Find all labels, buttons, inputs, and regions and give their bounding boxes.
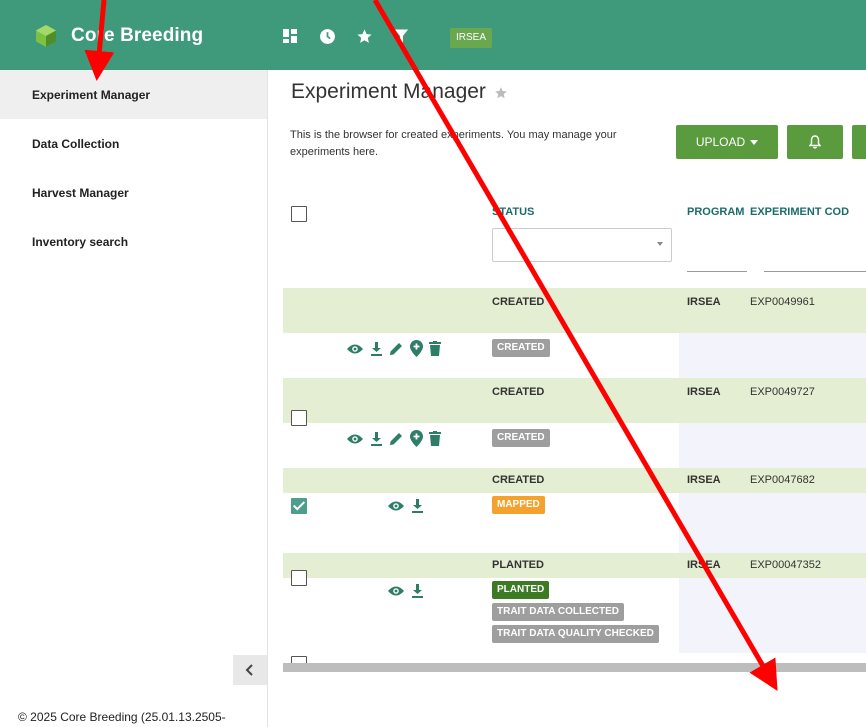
page-title-text: Experiment Manager xyxy=(291,80,486,103)
experiment-code-value: EXP0049961 xyxy=(750,296,815,308)
program-value: IRSEA xyxy=(687,559,721,571)
table-row[interactable]: CREATED IRSEA EXP0049727 xyxy=(283,378,866,423)
sidebar-item-label: Data Collection xyxy=(32,136,120,151)
program-badge[interactable]: IRSEA xyxy=(450,28,493,48)
sidebar-item-inventory-search[interactable]: Inventory search xyxy=(0,217,267,266)
upload-label: UPLOAD xyxy=(695,135,746,149)
experiment-code-value: EXP0047682 xyxy=(750,474,815,486)
sidebar-item-label: Experiment Manager xyxy=(32,87,151,102)
status-badge: MAPPED xyxy=(492,496,545,514)
sidebar-item-label: Harvest Manager xyxy=(32,185,129,200)
status-badge: PLANTED xyxy=(492,581,550,599)
star-icon[interactable] xyxy=(354,26,374,46)
sidebar: Experiment Manager Data Collection Harve… xyxy=(0,70,268,727)
chevron-left-icon xyxy=(245,664,253,676)
table-row[interactable]: CREATED IRSEA EXP0049961 xyxy=(283,288,866,333)
notifications-button[interactable] xyxy=(787,125,843,159)
view-icon[interactable] xyxy=(346,343,364,355)
experiment-code-value: EXP00047352 xyxy=(750,559,821,571)
edit-icon[interactable] xyxy=(389,341,404,356)
program-value: IRSEA xyxy=(687,386,721,398)
download-icon[interactable] xyxy=(411,584,424,598)
experiments-table: STATUS PROGRAM EXPERIMENT COD CREATED IR… xyxy=(283,198,866,670)
row-checkbox-checked[interactable] xyxy=(291,498,307,514)
brand[interactable]: Core Breeding xyxy=(34,24,203,48)
status-value: CREATED xyxy=(492,386,545,398)
top-navbar: Core Breeding IRSEA xyxy=(0,0,866,70)
status-badge: CREATED xyxy=(492,339,550,357)
download-icon[interactable] xyxy=(370,341,383,356)
program-filter-input[interactable] xyxy=(687,271,747,272)
status-value: PLANTED xyxy=(492,559,544,571)
status-badge: TRAIT DATA COLLECTED xyxy=(492,603,625,621)
horizontal-scrollbar[interactable] xyxy=(283,663,866,672)
delete-icon[interactable] xyxy=(429,341,441,356)
sidebar-item-data-collection[interactable]: Data Collection xyxy=(0,119,267,168)
experiment-code-value: EXP0049727 xyxy=(750,386,815,398)
add-location-icon[interactable] xyxy=(410,340,423,357)
brand-name: Core Breeding xyxy=(71,25,204,46)
delete-icon[interactable] xyxy=(429,431,441,446)
download-icon[interactable] xyxy=(370,431,383,446)
sidebar-item-experiment-manager[interactable]: Experiment Manager xyxy=(0,70,267,119)
favorite-star-icon[interactable] xyxy=(494,86,508,100)
download-icon[interactable] xyxy=(411,499,424,513)
status-badge: TRAIT DATA QUALITY CHECKED xyxy=(492,625,659,643)
select-all-checkbox[interactable] xyxy=(291,206,307,222)
table-row-detail: PLANTED TRAIT DATA COLLECTED TRAIT DATA … xyxy=(283,578,866,653)
table-row-detail: MAPPED xyxy=(283,493,866,553)
sidebar-item-label: Inventory search xyxy=(32,234,129,249)
view-icon[interactable] xyxy=(387,500,405,512)
table-row[interactable]: PLANTED IRSEA EXP00047352 xyxy=(283,553,866,578)
table-row[interactable]: CREATED IRSEA EXP0047682 xyxy=(283,468,866,493)
status-badge: CREATED xyxy=(492,429,550,447)
page-title: Experiment Manager xyxy=(291,80,508,104)
sidebar-item-harvest-manager[interactable]: Harvest Manager xyxy=(0,168,267,217)
add-location-icon[interactable] xyxy=(410,430,423,447)
core-breeding-logo-icon xyxy=(36,25,56,47)
collapse-sidebar-button[interactable] xyxy=(233,655,267,685)
filter-icon[interactable] xyxy=(391,26,411,46)
caret-down-icon xyxy=(657,242,663,246)
table-row-detail: CREATED xyxy=(283,423,866,468)
table-row-detail: CREATED xyxy=(283,333,866,491)
clock-icon[interactable] xyxy=(317,26,337,46)
caret-down-icon xyxy=(750,139,759,145)
status-value: CREATED xyxy=(492,296,545,308)
view-icon[interactable] xyxy=(387,585,405,597)
column-header-status[interactable]: STATUS xyxy=(492,206,534,218)
footer-copyright: © 2025 Core Breeding (25.01.13.2505- xyxy=(18,710,226,724)
status-filter-select[interactable] xyxy=(492,228,672,262)
more-actions-button[interactable] xyxy=(852,125,866,159)
experiment-code-filter-input[interactable] xyxy=(764,271,866,272)
column-header-program[interactable]: PROGRAM xyxy=(687,206,744,218)
view-icon[interactable] xyxy=(346,433,364,445)
main-content: Experiment Manager This is the browser f… xyxy=(269,70,866,727)
page-description: This is the browser for created experime… xyxy=(290,129,617,158)
bell-icon xyxy=(809,135,821,149)
program-value: IRSEA xyxy=(687,296,721,308)
dashboard-icon[interactable] xyxy=(280,26,300,46)
status-value: CREATED xyxy=(492,474,545,486)
column-header-experiment-code[interactable]: EXPERIMENT COD xyxy=(750,206,849,218)
row-checkbox[interactable] xyxy=(291,410,307,426)
row-checkbox[interactable] xyxy=(291,570,307,586)
upload-button[interactable]: UPLOAD xyxy=(676,125,778,159)
edit-icon[interactable] xyxy=(389,431,404,446)
program-value: IRSEA xyxy=(687,474,721,486)
table-header-row: STATUS PROGRAM EXPERIMENT COD xyxy=(283,198,866,288)
